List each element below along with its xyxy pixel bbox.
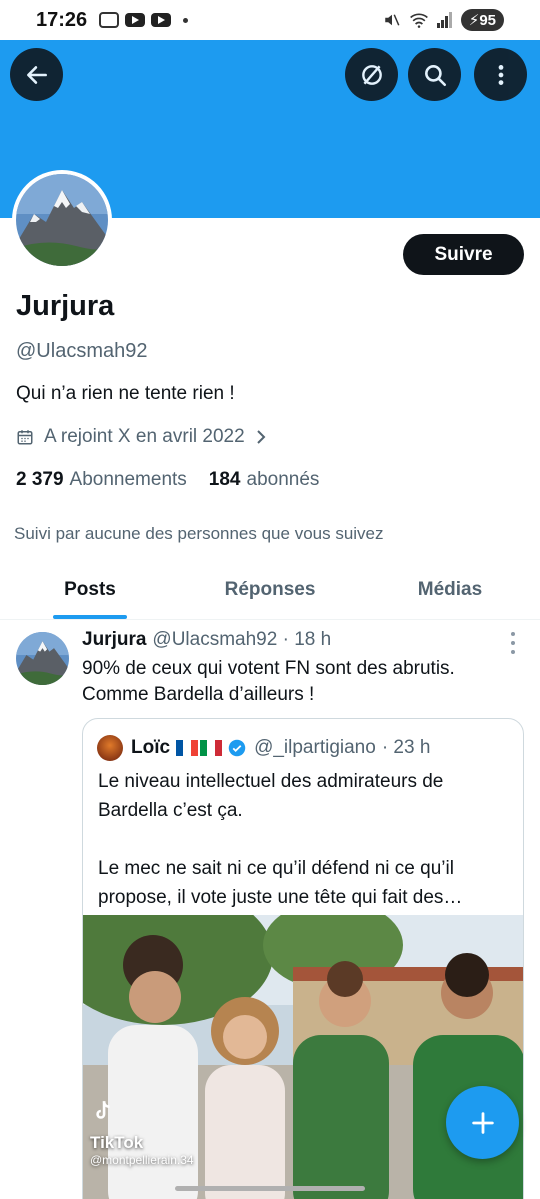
followers-label: abonnés [246, 469, 320, 490]
battery-indicator: ⚡95 [460, 9, 504, 31]
mountain-avatar-image [16, 632, 69, 685]
calendar-icon [17, 430, 33, 445]
tweet-author-handle: @Ulacsmah92 [152, 629, 278, 650]
tiktok-logo-icon [96, 1101, 110, 1119]
quoted-tweet-header: Loïc @_ilpartigiano · 23 h [97, 735, 430, 761]
screenshot-icon [99, 12, 120, 28]
quoted-tweet-text: Le niveau intellectuel des admirateurs d… [98, 771, 463, 908]
chevron-right-icon [256, 430, 266, 444]
plus-icon [471, 1111, 494, 1134]
status-time: 17:26 [36, 8, 88, 31]
status-bar: 17:26 ⚡95 [0, 0, 540, 40]
italy-flag-icon [200, 740, 223, 756]
signal-icon [436, 12, 452, 28]
tiktok-brand: TikTok [90, 1133, 144, 1152]
flag-emojis [176, 740, 223, 756]
youtube-icon [125, 13, 146, 27]
tiktok-watermark: TikTok @montpellierain.34 [90, 1098, 194, 1167]
tab-replies[interactable]: Réponses [180, 560, 360, 619]
tweet-time: · 18 h [282, 629, 332, 650]
following-link[interactable]: 2 379 Abonnements [16, 469, 187, 491]
tab-posts[interactable]: Posts [0, 560, 180, 619]
home-indicator[interactable] [175, 1186, 365, 1191]
mountain-avatar-image [16, 174, 108, 266]
compose-button[interactable] [446, 1086, 519, 1159]
followed-by-text: Suivi par aucune des personnes que vous … [14, 524, 384, 543]
quoted-author-avatar [97, 735, 123, 761]
profile-handle: @Ulacsmah92 [16, 340, 148, 362]
following-label: Abonnements [69, 469, 187, 490]
tweet-author-name[interactable]: Jurjura [82, 629, 146, 650]
profile-name: Jurjura [16, 290, 115, 322]
joined-date-text: A rejoint X en avril 2022 [44, 426, 245, 447]
youtube-icon [151, 13, 172, 27]
more-vertical-icon [498, 64, 503, 85]
search-icon [424, 64, 446, 86]
tweet-more-button[interactable] [506, 632, 520, 654]
followers-count: 184 [208, 469, 241, 490]
system-icons: ⚡95 [383, 9, 504, 31]
quoted-author-name: Loïc [131, 737, 171, 758]
tweet-text: 90% de ceux qui votent FN sont des abrut… [82, 658, 455, 705]
quoted-tweet-time: · 23 h [381, 737, 431, 758]
verified-badge-icon [228, 739, 246, 757]
grok-button[interactable] [345, 48, 398, 101]
mute-icon [385, 14, 400, 26]
joined-date-row[interactable]: A rejoint X en avril 2022 [16, 426, 267, 448]
followers-link[interactable]: 184 abonnés [209, 469, 320, 491]
search-button[interactable] [408, 48, 461, 101]
notification-icons [99, 12, 189, 28]
tweet-header: Jurjura @Ulacsmah92 · 18 h [82, 629, 331, 651]
wifi-icon [409, 13, 428, 28]
tiktok-username: @montpellierain.34 [90, 1153, 194, 1167]
france-flag-icon [176, 740, 199, 756]
follow-stats: 2 379 Abonnements 184 abonnés [16, 469, 319, 491]
back-button[interactable] [10, 48, 63, 101]
following-count: 2 379 [16, 469, 64, 490]
more-options-button[interactable] [474, 48, 527, 101]
battery-level: 95 [479, 12, 496, 29]
grok-icon [361, 64, 382, 85]
tab-media[interactable]: Médias [360, 560, 540, 619]
follow-button[interactable]: Suivre [403, 234, 524, 275]
quoted-author-handle: @_ilpartigiano [254, 737, 376, 758]
more-notifications-icon [183, 17, 189, 23]
profile-tabs: Posts Réponses Médias [0, 560, 540, 620]
profile-bio: Qui n’a rien ne tente rien ! [16, 383, 235, 404]
tweet-author-avatar[interactable] [16, 632, 69, 685]
arrow-left-icon [26, 65, 47, 84]
profile-avatar[interactable] [12, 170, 112, 270]
